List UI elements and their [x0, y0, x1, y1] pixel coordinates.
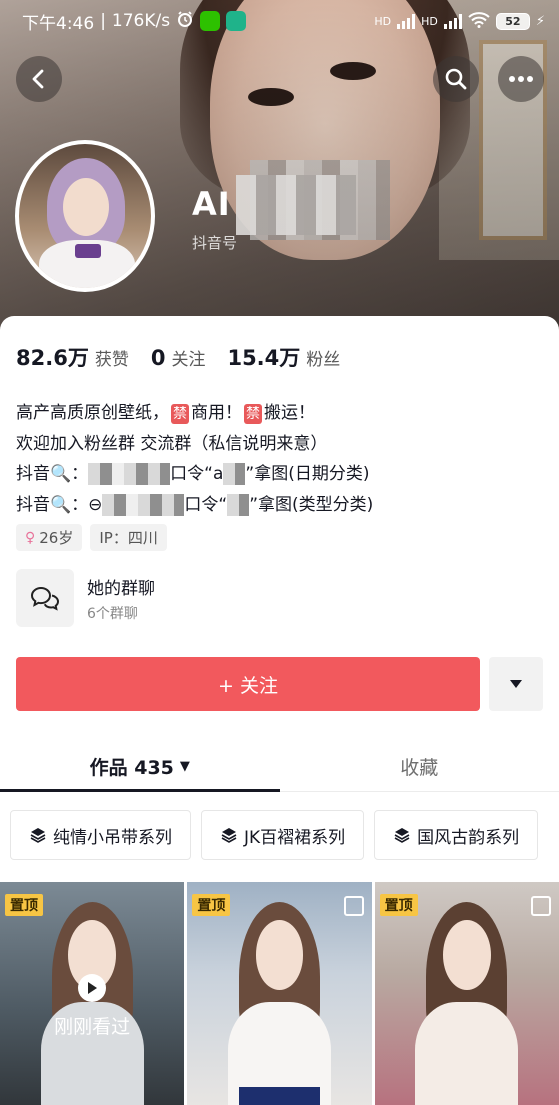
charging-icon: ⚡	[535, 13, 545, 29]
profile-tags: ♀ 26岁 IP：四川	[16, 524, 167, 551]
search-button[interactable]	[433, 56, 479, 102]
profile-stats: 82.6万 获赞 0 关注 15.4万 粉丝	[16, 342, 340, 372]
video-thumbnail[interactable]: 置顶	[187, 882, 372, 1105]
layers-icon	[221, 828, 237, 843]
bio-line: 欢迎加入粉丝群 交流群（私信说明来意）	[16, 433, 328, 454]
video-thumbnail[interactable]: 置顶	[374, 882, 559, 1105]
group-chat-entry[interactable]: 她的群聊 6个群聊	[16, 568, 416, 628]
wifi-icon	[468, 11, 490, 31]
layers-icon	[394, 828, 410, 843]
select-checkbox[interactable]	[343, 896, 364, 916]
mosaic	[88, 463, 149, 485]
hd-label: HD	[374, 14, 392, 28]
mosaic	[148, 463, 171, 485]
app-notification-icon	[226, 11, 247, 31]
more-dots-icon	[509, 76, 533, 82]
pinned-badge: 置顶	[379, 894, 418, 916]
profile-name: AI	[192, 185, 231, 223]
mosaic	[162, 493, 185, 516]
back-button[interactable]	[16, 56, 62, 102]
search-icon	[445, 68, 467, 90]
collection-chip[interactable]: 纯情小吊带系列	[10, 810, 191, 860]
stat-followers[interactable]: 15.4万 粉丝	[227, 342, 340, 372]
battery-icon: 52	[495, 12, 530, 30]
search-icon: 🔍	[50, 464, 72, 484]
mosaic	[227, 493, 250, 516]
chevron-left-icon	[32, 69, 44, 89]
video-thumbnail[interactable]: 置顶 刚刚看过	[0, 882, 185, 1105]
bio-line: 抖音🔍：⊖ 口令“ ”拿图(类型分类)	[16, 493, 374, 516]
bio-line: 高产高质原创壁纸，禁商用！禁搬运！	[16, 403, 315, 424]
zoom-out-icon: ⊖	[88, 494, 103, 515]
bio-line: 抖音🔍： 口令“a ”拿图(日期分类)	[16, 463, 370, 485]
ip-tag: IP：四川	[90, 524, 167, 551]
group-subtitle: 6个群聊	[87, 605, 138, 622]
layers-icon	[30, 828, 46, 843]
pinned-badge: 置顶	[192, 894, 231, 916]
status-speed: 176K/s	[111, 11, 171, 31]
mosaic	[223, 463, 246, 485]
profile-bio: 高产高质原创壁纸，禁商用！禁搬运！ 欢迎加入粉丝群 交流群（私信说明来意） 抖音…	[16, 398, 546, 520]
pinned-badge: 置顶	[5, 894, 43, 916]
wechat-icon	[200, 11, 221, 31]
video-grid: 置顶 刚刚看过 置顶 置顶	[0, 882, 559, 1105]
douyin-id-label: 抖音号	[192, 234, 238, 252]
hd-label: HD	[421, 14, 438, 28]
play-icon	[78, 974, 107, 1002]
recommend-dropdown-button[interactable]	[489, 657, 543, 711]
avatar[interactable]	[15, 140, 155, 292]
select-checkbox[interactable]	[530, 896, 551, 916]
recently-watched-overlay: 刚刚看过	[0, 974, 184, 1039]
caret-down-icon: ▼	[179, 759, 190, 774]
tab-works[interactable]: 作品 435 ▼	[0, 742, 280, 792]
ban-badge: 禁	[244, 404, 262, 424]
alarm-icon	[176, 10, 194, 33]
profile-card: 82.6万 获赞 0 关注 15.4万 粉丝 高产高质原创壁纸，禁商用！禁搬运！…	[0, 316, 559, 1105]
follow-button[interactable]: + 关注	[16, 657, 480, 711]
stat-following[interactable]: 0 关注	[151, 345, 206, 370]
more-button[interactable]	[498, 56, 544, 102]
name-mosaic	[236, 175, 356, 235]
age-tag: ♀ 26岁	[16, 524, 83, 551]
group-title: 她的群聊	[87, 578, 155, 599]
status-time: 下午4:46	[22, 13, 95, 34]
tab-favorites[interactable]: 收藏	[280, 742, 559, 791]
search-icon: 🔍	[50, 494, 72, 515]
mosaic	[102, 493, 163, 516]
ban-badge: 禁	[171, 404, 189, 424]
signal-icon	[397, 13, 416, 29]
chat-bubbles-icon	[16, 569, 74, 627]
stat-likes[interactable]: 82.6万 获赞	[16, 342, 129, 372]
signal-icon	[443, 13, 462, 29]
collection-chip[interactable]: JK百褶裙系列	[201, 810, 365, 860]
collection-chips: 纯情小吊带系列 JK百褶裙系列 国风古韵系列	[10, 810, 559, 860]
profile-tabs: 作品 435 ▼ 收藏	[0, 742, 559, 792]
female-icon: ♀	[25, 529, 36, 546]
collection-chip[interactable]: 国风古韵系列	[374, 810, 539, 860]
caret-down-icon	[510, 680, 522, 688]
status-bar: 下午4:46 | 176K/s HD HD 52 ⚡	[0, 0, 559, 42]
